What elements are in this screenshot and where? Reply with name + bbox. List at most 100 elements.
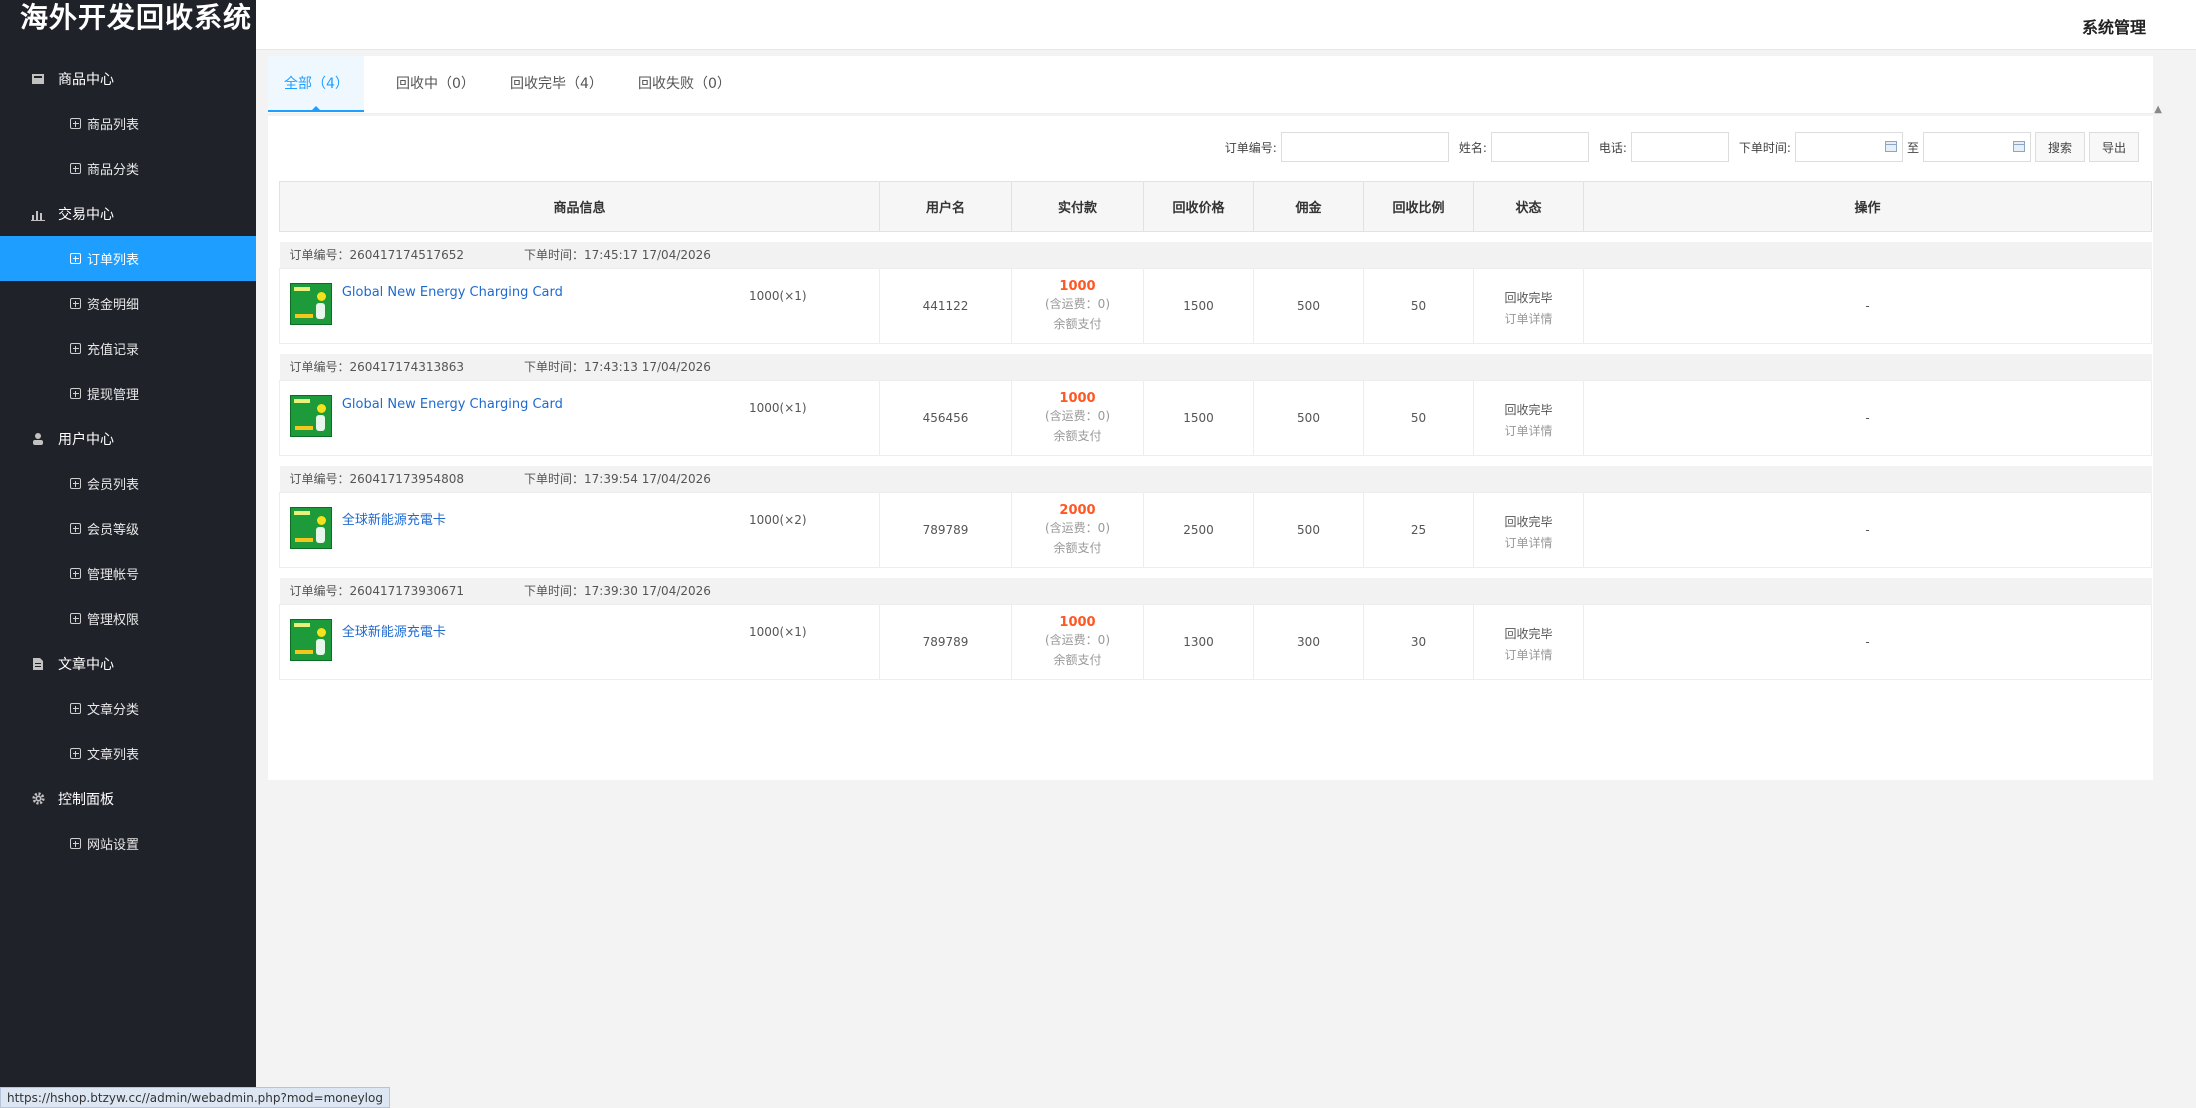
order-detail-link[interactable]: 订单详情 [1474,310,1583,327]
username-cell: 441122 [879,268,1012,344]
product-link[interactable]: Global New Energy Charging Card [342,285,563,300]
plus-square-icon [70,343,81,354]
tab-recycled[interactable]: 回收完毕（4） [494,56,619,112]
document-icon [30,656,46,672]
nav-group-trade[interactable]: 交易中心 [0,191,256,236]
phone-input[interactable] [1630,132,1729,162]
date-to-label: 至 [1906,140,1919,155]
nav-group-label: 交易中心 [58,206,114,223]
sidebar-item-admin-permission[interactable]: 管理权限 [0,596,256,641]
export-button[interactable]: 导出 [2088,132,2139,162]
order-number: 订单编号：260417173954808 [289,472,465,487]
commission-cell: 500 [1253,492,1364,568]
sidebar-item-order-list[interactable]: 订单列表 [0,236,256,281]
scroll-up-arrow-icon[interactable]: ▲ [2154,104,2162,115]
sidebar-item-article-list[interactable]: 文章列表 [0,731,256,776]
status-text: 回收完毕 [1504,514,1553,529]
product-thumbnail[interactable] [290,395,332,437]
username-cell: 789789 [879,492,1012,568]
browser-status-bar: https://hshop.btzyw.cc//admin/webadmin.p… [0,1087,390,1108]
name-label: 姓名: [1458,140,1487,155]
shipping-note: (含运费：0) [1045,296,1110,311]
tab-all[interactable]: 全部（4） [268,56,364,112]
column-header: 状态 [1473,181,1584,232]
order-detail-link[interactable]: 订单详情 [1474,422,1583,439]
sidebar-item-site-settings[interactable]: 网站设置 [0,821,256,866]
order-time: 下单时间：17:45:17 17/04/2026 [524,248,711,263]
end-date-field[interactable] [1922,132,2031,162]
order-header-row: 订单编号：260417173954808 下单时间：17:39:54 17/04/… [279,465,2152,493]
name-input[interactable] [1490,132,1589,162]
recycle-price-cell: 1500 [1143,380,1254,456]
tab-failed[interactable]: 回收失败（0） [622,56,747,112]
recycle-price-cell: 1300 [1143,604,1254,680]
sidebar-item-member-level[interactable]: 会员等级 [0,506,256,551]
column-header: 操作 [1583,181,2152,232]
calendar-icon[interactable] [2012,141,2025,152]
order-tabs: 全部（4） 回收中（0） 回收完毕（4） 回收失败（0） [268,56,2153,114]
order-header-row: 订单编号：260417173930671 下单时间：17:39:30 17/04/… [279,577,2152,605]
order-header-row: 订单编号：260417174517652 下单时间：17:45:17 17/04/… [279,241,2152,269]
plus-square-icon [70,568,81,579]
search-bar: 订单编号: 姓名: 电话: 下单时间: 至 搜索 导出 [1215,132,2139,162]
table-row: 全球新能源充電卡 1000(×1) 789789 1000 (含运费：0) 余额… [279,604,2152,680]
system-management-link[interactable]: 系统管理 [2082,14,2146,38]
sidebar-item-label: 管理权限 [87,613,140,628]
paid-cell: 2000 (含运费：0) 余额支付 [1011,492,1144,568]
product-link[interactable]: 全球新能源充電卡 [342,509,446,528]
order-detail-link[interactable]: 订单详情 [1474,646,1583,663]
sidebar-item-fund-detail[interactable]: 资金明细 [0,281,256,326]
nav-group-label: 用户中心 [58,431,114,448]
sidebar-item-withdraw[interactable]: 提现管理 [0,371,256,416]
pay-method: 余额支付 [1053,428,1102,443]
tab-recycling[interactable]: 回收中（0） [380,56,491,112]
product-thumbnail[interactable] [290,619,332,661]
column-header: 回收价格 [1143,181,1254,232]
sidebar-item-label: 会员列表 [87,478,140,493]
sidebar-item-goods-list[interactable]: 商品列表 [0,101,256,146]
order-number: 订单编号：260417174517652 [289,248,465,263]
plus-square-icon [70,703,81,714]
nav-group-control-panel[interactable]: 控制面板 [0,776,256,821]
order-detail-link[interactable]: 订单详情 [1474,534,1583,551]
order-number: 订单编号：260417174313863 [289,360,465,375]
sidebar-item-label: 文章分类 [87,703,140,718]
sidebar-item-label: 资金明细 [87,298,140,313]
ratio-cell: 50 [1363,380,1474,456]
order-time: 下单时间：17:39:30 17/04/2026 [524,584,711,599]
product-link[interactable]: 全球新能源充電卡 [342,621,446,640]
order-no-input[interactable] [1280,132,1449,162]
calendar-icon[interactable] [1884,141,1897,152]
sidebar-item-member-list[interactable]: 会员列表 [0,461,256,506]
order-time-label: 下单时间: [1738,140,1791,155]
nav-group-goods[interactable]: 商品中心 [0,56,256,101]
plus-square-icon [70,478,81,489]
paid-amount: 2000 [1059,502,1096,518]
paid-cell: 1000 (含运费：0) 余额支付 [1011,268,1144,344]
product-thumbnail[interactable] [290,283,332,325]
nav-group-article[interactable]: 文章中心 [0,641,256,686]
start-date-field[interactable] [1794,132,1903,162]
status-cell: 回收完毕 订单详情 [1473,268,1584,344]
ratio-cell: 30 [1363,604,1474,680]
search-button[interactable]: 搜索 [2034,132,2085,162]
order-header-row: 订单编号：260417174313863 下单时间：17:43:13 17/04/… [279,353,2152,381]
shipping-note: (含运费：0) [1045,408,1110,423]
sidebar-nav: 商品中心 商品列表 商品分类 交易中心 订单列表 资金明细 充值记录 提现管理 … [0,56,256,866]
ratio-cell: 50 [1363,268,1474,344]
sidebar-item-article-category[interactable]: 文章分类 [0,686,256,731]
user-icon [30,431,46,447]
gear-icon [30,791,46,807]
product-quantity: 1000(×1) [749,401,807,415]
sidebar-item-goods-category[interactable]: 商品分类 [0,146,256,191]
nav-group-user[interactable]: 用户中心 [0,416,256,461]
nav-group-label: 商品中心 [58,71,114,88]
paid-amount: 1000 [1059,390,1096,406]
product-link[interactable]: Global New Energy Charging Card [342,397,563,412]
sidebar-item-recharge-record[interactable]: 充值记录 [0,326,256,371]
sidebar-item-admin-account[interactable]: 管理帐号 [0,551,256,596]
order-time: 下单时间：17:43:13 17/04/2026 [524,360,711,375]
sidebar-item-label: 商品列表 [87,118,140,133]
product-thumbnail[interactable] [290,507,332,549]
phone-label: 电话: [1598,140,1627,155]
